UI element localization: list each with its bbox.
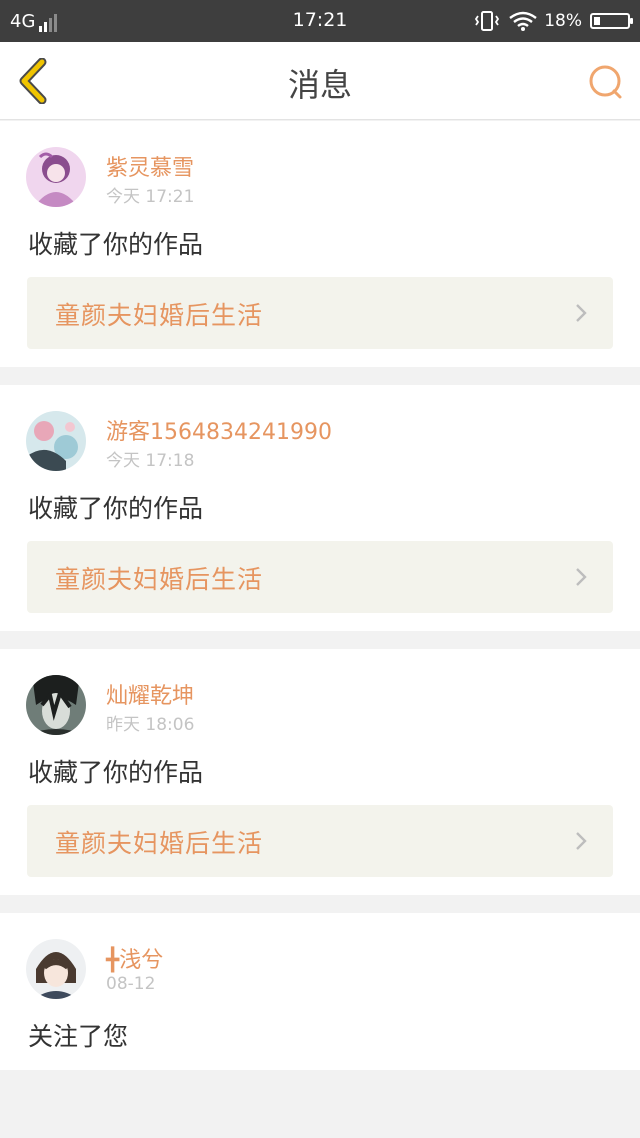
message-time: 昨天 18:06 <box>106 715 195 735</box>
wifi-icon <box>509 11 537 31</box>
avatar[interactable] <box>26 675 86 735</box>
message-time: 今天 17:21 <box>106 187 195 207</box>
work-link[interactable]: 童颜夫妇婚后生活 <box>27 805 613 877</box>
work-link[interactable]: 童颜夫妇婚后生活 <box>27 541 613 613</box>
message-action: 关注了您 <box>28 1022 129 1051</box>
vibrate-icon <box>475 11 500 31</box>
chevron-right-icon <box>576 568 587 586</box>
search-icon <box>589 65 622 99</box>
message-action: 收藏了你的作品 <box>28 758 204 787</box>
work-title: 童颜夫妇婚后生活 <box>55 565 264 594</box>
chevron-right-icon <box>576 304 587 322</box>
avatar[interactable] <box>26 411 86 471</box>
message-card: 灿耀乾坤 昨天 18:06 收藏了你的作品 童颜夫妇婚后生活 <box>0 649 640 895</box>
avatar[interactable] <box>26 147 86 207</box>
message-time: 今天 17:18 <box>106 451 195 471</box>
battery-icon <box>590 13 633 29</box>
search-button[interactable] <box>588 64 624 100</box>
status-bar: 4G 17:21 18% <box>0 0 640 42</box>
username[interactable]: 灿耀乾坤 <box>106 678 194 710</box>
status-right: 18% <box>474 8 633 34</box>
message-card: 紫灵慕雪 今天 17:21 收藏了你的作品 童颜夫妇婚后生活 <box>0 121 640 367</box>
message-card: 游客1564834241990 今天 17:18 收藏了你的作品 童颜夫妇婚后生… <box>0 385 640 631</box>
avatar[interactable] <box>26 939 86 999</box>
username[interactable]: 紫灵慕雪 <box>106 150 194 182</box>
message-card: ╋浅兮 08-12 关注了您 <box>0 913 640 1070</box>
nav-bar: 消息 <box>0 42 640 120</box>
battery-percent: 18% <box>544 11 582 31</box>
work-title: 童颜夫妇婚后生活 <box>55 829 264 858</box>
page-title: 消息 <box>287 66 352 104</box>
message-action: 收藏了你的作品 <box>28 494 204 523</box>
work-link[interactable]: 童颜夫妇婚后生活 <box>27 277 613 349</box>
message-time: 08-12 <box>106 974 156 994</box>
username[interactable]: ╋浅兮 <box>106 942 163 974</box>
message-action: 收藏了你的作品 <box>28 230 204 259</box>
work-title: 童颜夫妇婚后生活 <box>55 301 264 330</box>
username[interactable]: 游客1564834241990 <box>106 414 332 446</box>
chevron-right-icon <box>576 832 587 850</box>
